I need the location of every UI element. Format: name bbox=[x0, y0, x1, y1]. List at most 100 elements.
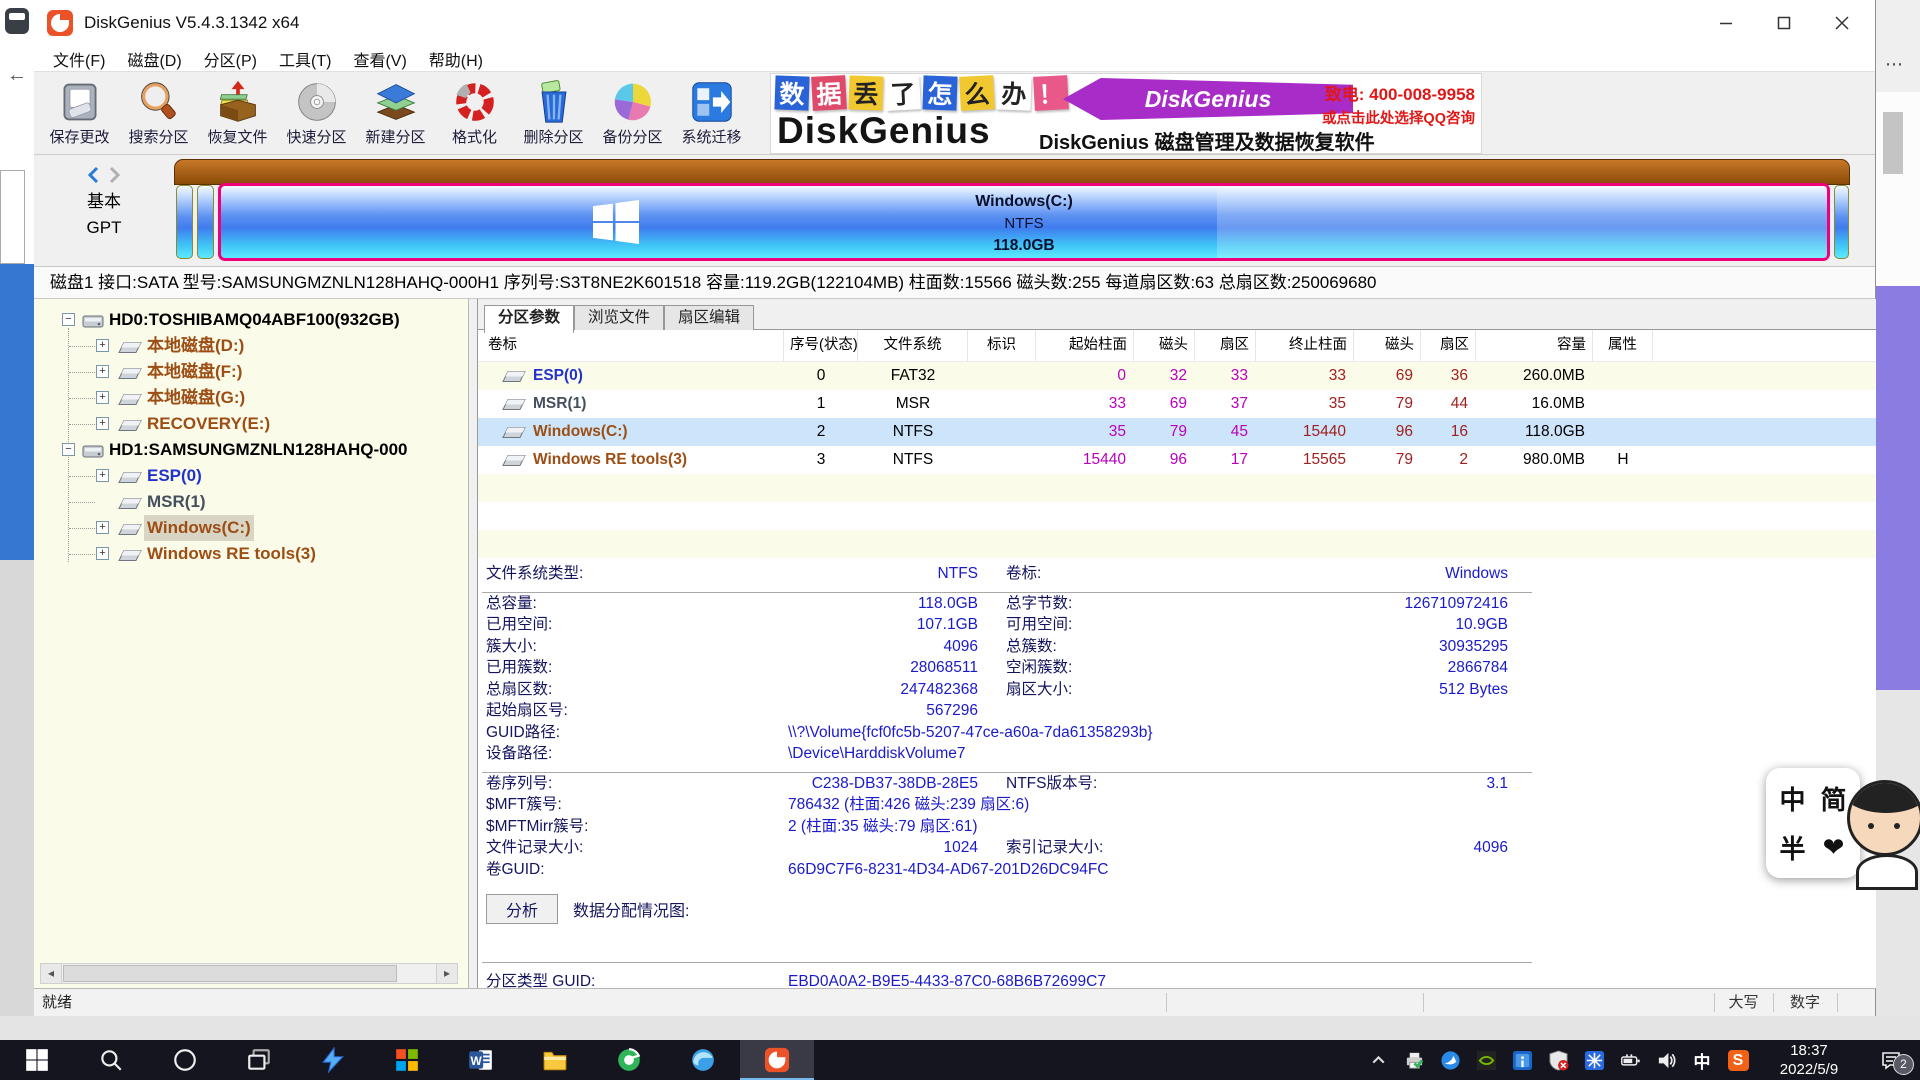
partition-row[interactable]: MSR(1) 1 MSR 33 69 37 35 79 44 16.0MB bbox=[478, 390, 1876, 418]
tree-expander[interactable]: + bbox=[96, 391, 109, 404]
table-header-cell[interactable]: 标识 bbox=[968, 330, 1036, 361]
menu-item[interactable]: 帮助(H) bbox=[418, 47, 494, 71]
table-header-cell[interactable]: 终止柱面 bbox=[1256, 330, 1354, 361]
tree-item[interactable]: + 本地磁盘(F:) bbox=[34, 359, 468, 385]
toolbar-button[interactable]: 新建分区 bbox=[356, 74, 435, 152]
toolbar-button[interactable]: 快速分区 bbox=[277, 74, 356, 152]
tray-volume-icon[interactable] bbox=[1648, 1040, 1684, 1080]
tray-battery-icon[interactable] bbox=[1612, 1040, 1648, 1080]
panel-splitter[interactable] bbox=[469, 299, 477, 988]
nav-right-icon[interactable] bbox=[107, 165, 122, 185]
taskbar-app[interactable] bbox=[148, 1040, 222, 1080]
tree-horizontal-scrollbar[interactable]: ◂ ▸ bbox=[40, 963, 458, 984]
scroll-right-button[interactable]: ▸ bbox=[436, 964, 457, 983]
disk-bar[interactable] bbox=[174, 159, 1850, 185]
tray-sogou-icon[interactable]: S bbox=[1720, 1040, 1756, 1080]
tree-expander[interactable]: + bbox=[96, 521, 109, 534]
tree-item[interactable]: − HD1:SAMSUNGMZNLN128HAHQ-000 bbox=[34, 437, 468, 463]
tree-item[interactable]: + Windows RE tools(3) bbox=[34, 541, 468, 567]
taskbar-app[interactable] bbox=[370, 1040, 444, 1080]
scrollbar-thumb[interactable] bbox=[63, 965, 397, 982]
tray-printer-icon[interactable] bbox=[1396, 1040, 1432, 1080]
analyze-button[interactable]: 分析 bbox=[486, 894, 558, 924]
toolbar-button[interactable]: 删除分区 bbox=[514, 74, 593, 152]
tree-item[interactable]: MSR(1) bbox=[34, 489, 468, 515]
taskbar-app[interactable] bbox=[666, 1040, 740, 1080]
tree-expander[interactable]: − bbox=[62, 443, 75, 456]
close-button[interactable] bbox=[1813, 0, 1871, 46]
scrollbar-thumb[interactable] bbox=[1883, 112, 1903, 174]
tab[interactable]: 浏览文件 bbox=[574, 305, 664, 330]
tree-item[interactable]: − HD0:TOSHIBAMQ04ABF100(932GB) bbox=[34, 307, 468, 333]
maximize-button[interactable] bbox=[1755, 0, 1813, 46]
taskbar-app[interactable] bbox=[0, 1040, 74, 1080]
taskbar-app[interactable] bbox=[74, 1040, 148, 1080]
partition-row[interactable]: Windows RE tools(3) 3 NTFS 15440 96 17 1… bbox=[478, 446, 1876, 474]
menu-item[interactable]: 工具(T) bbox=[268, 47, 342, 71]
ad-contact[interactable]: 致电: 400-008-9958 或点击此处选择QQ咨询 bbox=[1322, 80, 1475, 128]
table-header-cell[interactable]: 扇区 bbox=[1421, 330, 1476, 361]
menu-item[interactable]: 分区(P) bbox=[193, 47, 268, 71]
ad-banner[interactable]: 数据丢了怎么办！ DiskGenius DiskGenius 致电: 400-0… bbox=[770, 73, 1482, 154]
partition-strip-windows-c[interactable]: Windows(C:) NTFS 118.0GB bbox=[218, 183, 1830, 261]
table-header-cell[interactable]: 容量 bbox=[1476, 330, 1593, 361]
table-header-cell[interactable]: 起始柱面 bbox=[1036, 330, 1134, 361]
tree-item[interactable]: + ESP(0) bbox=[34, 463, 468, 489]
tree-item[interactable]: + RECOVERY(E:) bbox=[34, 411, 468, 437]
tray-messenger-icon[interactable] bbox=[1432, 1040, 1468, 1080]
toolbar-button[interactable]: 系统迁移 bbox=[672, 74, 751, 152]
tray-chevron-icon[interactable] bbox=[1360, 1040, 1396, 1080]
tree-item[interactable]: + Windows(C:) bbox=[34, 515, 468, 541]
toolbar-button[interactable]: 备份分区 bbox=[593, 74, 672, 152]
tree-expander[interactable]: + bbox=[96, 339, 109, 352]
partition-row[interactable]: Windows(C:) 2 NTFS 35 79 45 15440 96 16 … bbox=[478, 418, 1876, 446]
taskbar-app[interactable] bbox=[518, 1040, 592, 1080]
minimize-button[interactable] bbox=[1697, 0, 1755, 46]
menu-item[interactable]: 磁盘(D) bbox=[116, 47, 192, 71]
tree-expander[interactable]: − bbox=[62, 313, 75, 326]
taskbar-app[interactable] bbox=[296, 1040, 370, 1080]
tray-intel-icon[interactable] bbox=[1504, 1040, 1540, 1080]
table-header-cell[interactable]: 扇区 bbox=[1195, 330, 1256, 361]
action-center-icon[interactable]: 2 bbox=[1862, 1040, 1920, 1080]
tree-expander[interactable]: + bbox=[96, 469, 109, 482]
tree-item-label: HD1:SAMSUNGMZNLN128HAHQ-000 bbox=[106, 437, 411, 463]
tab[interactable]: 分区参数 bbox=[484, 305, 574, 333]
partition-strip-esp[interactable] bbox=[176, 185, 193, 259]
ad-qq-link[interactable]: 或点击此处选择QQ咨询 bbox=[1322, 107, 1475, 128]
tree-expander[interactable]: + bbox=[96, 547, 109, 560]
taskbar-clock[interactable]: 18:37 2022/5/9 bbox=[1756, 1041, 1862, 1080]
taskbar-app[interactable] bbox=[592, 1040, 666, 1080]
table-header-cell[interactable]: 属性 bbox=[1593, 330, 1653, 361]
menu-item[interactable]: 查看(V) bbox=[342, 47, 417, 71]
tab[interactable]: 扇区编辑 bbox=[664, 305, 754, 330]
toolbar-button[interactable]: 保存更改 bbox=[40, 74, 119, 152]
taskbar-app[interactable] bbox=[740, 1040, 814, 1080]
table-header-cell[interactable]: 卷标 bbox=[478, 330, 784, 361]
partition-strip-re-tools[interactable] bbox=[1834, 185, 1849, 259]
partition-row[interactable]: ESP(0) 0 FAT32 0 32 33 33 69 36 260.0MB bbox=[478, 362, 1876, 390]
tray-snowflake-icon[interactable] bbox=[1576, 1040, 1612, 1080]
taskbar-app[interactable]: W bbox=[444, 1040, 518, 1080]
menu-item[interactable]: 文件(F) bbox=[42, 47, 116, 71]
scroll-left-button[interactable]: ◂ bbox=[41, 964, 62, 983]
tray-nvidia-icon[interactable] bbox=[1468, 1040, 1504, 1080]
tray-defender-icon[interactable] bbox=[1540, 1040, 1576, 1080]
partition-strip-msr[interactable] bbox=[197, 185, 214, 259]
table-header-cell[interactable]: 磁头 bbox=[1134, 330, 1195, 361]
tree-item[interactable]: + 本地磁盘(D:) bbox=[34, 333, 468, 359]
nav-left-icon[interactable] bbox=[86, 165, 101, 185]
table-header-cell[interactable]: 磁头 bbox=[1354, 330, 1421, 361]
ime-widget[interactable]: 中简半❤ bbox=[1766, 768, 1860, 878]
tree-expander[interactable]: + bbox=[96, 365, 109, 378]
table-header-cell[interactable]: 文件系统 bbox=[858, 330, 968, 361]
taskbar-app[interactable] bbox=[222, 1040, 296, 1080]
filesystem-cell: NTFS bbox=[858, 446, 968, 474]
tree-expander[interactable]: + bbox=[96, 417, 109, 430]
toolbar-button[interactable]: 恢复文件 bbox=[198, 74, 277, 152]
toolbar-button[interactable]: 搜索分区 bbox=[119, 74, 198, 152]
tree-item[interactable]: + 本地磁盘(G:) bbox=[34, 385, 468, 411]
tray-ime-icon[interactable]: 中 bbox=[1684, 1040, 1720, 1080]
table-header-cell[interactable]: 序号(状态) bbox=[784, 330, 858, 361]
toolbar-button[interactable]: 格式化 bbox=[435, 74, 514, 152]
